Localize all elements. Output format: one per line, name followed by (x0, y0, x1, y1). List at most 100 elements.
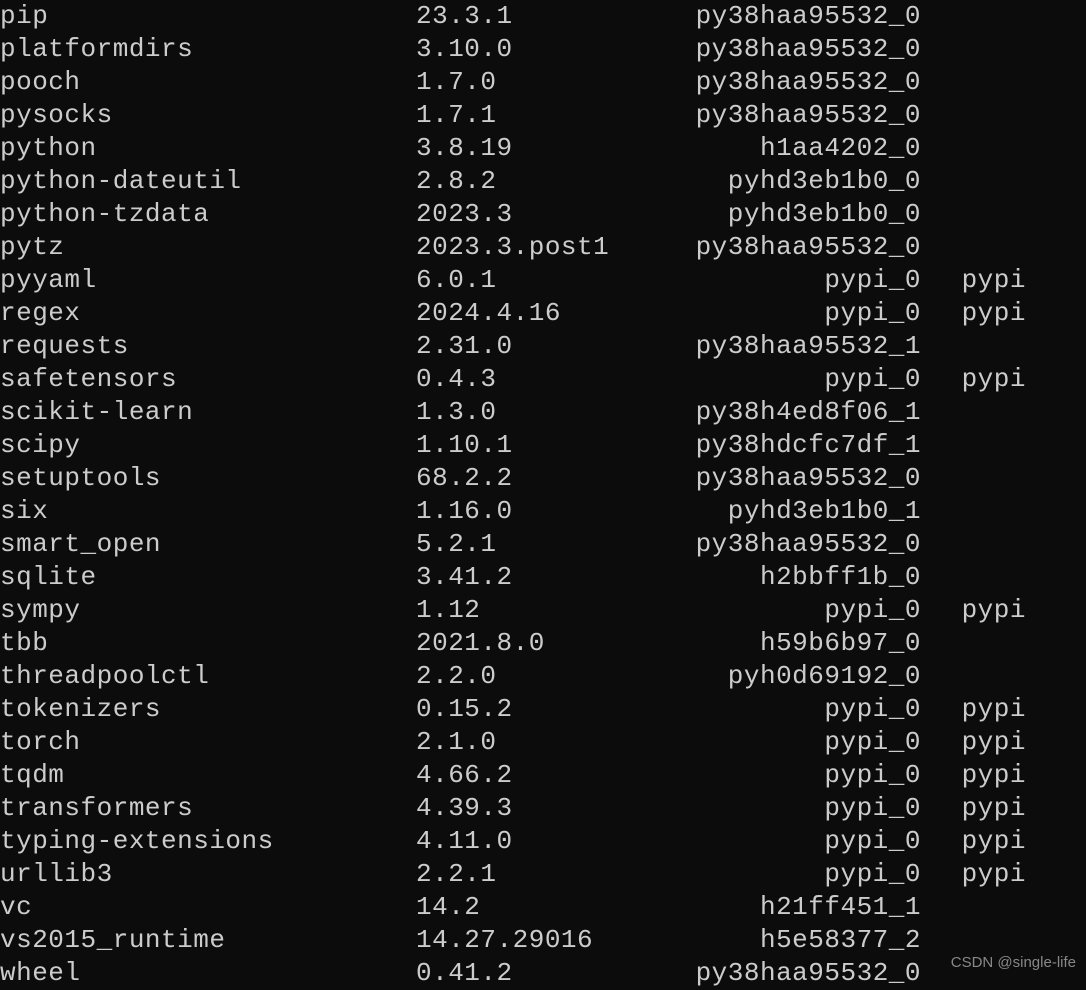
package-build: pypi_0 (646, 825, 921, 858)
package-version: 4.39.3 (416, 792, 646, 825)
package-build: py38haa95532_0 (646, 66, 921, 99)
package-row: pip23.3.1py38haa95532_0 (0, 0, 1086, 33)
package-version: 0.15.2 (416, 693, 646, 726)
package-build: pypi_0 (646, 264, 921, 297)
package-name: safetensors (0, 363, 416, 396)
package-row: threadpoolctl2.2.0pyh0d69192_0 (0, 660, 1086, 693)
package-name: urllib3 (0, 858, 416, 891)
package-build: py38haa95532_0 (646, 528, 921, 561)
package-version: 4.11.0 (416, 825, 646, 858)
package-name: python (0, 132, 416, 165)
package-row: scipy1.10.1py38hdcfc7df_1 (0, 429, 1086, 462)
package-row: safetensors0.4.3pypi_0pypi (0, 363, 1086, 396)
package-version: 23.3.1 (416, 0, 646, 33)
watermark-text: CSDN @single-life (951, 953, 1076, 972)
package-build: py38haa95532_0 (646, 0, 921, 33)
package-row: pooch1.7.0py38haa95532_0 (0, 66, 1086, 99)
package-build: py38haa95532_0 (646, 33, 921, 66)
package-channel: pypi (921, 264, 1041, 297)
package-version: 2023.3.post1 (416, 231, 646, 264)
package-name: transformers (0, 792, 416, 825)
package-name: scikit-learn (0, 396, 416, 429)
package-name: sympy (0, 594, 416, 627)
terminal-output: pip23.3.1py38haa95532_0platformdirs3.10.… (0, 0, 1086, 990)
package-build: pyhd3eb1b0_0 (646, 165, 921, 198)
package-channel: pypi (921, 297, 1041, 330)
package-name: tokenizers (0, 693, 416, 726)
package-version: 2.31.0 (416, 330, 646, 363)
package-name: wheel (0, 957, 416, 990)
package-name: typing-extensions (0, 825, 416, 858)
package-row: tbb2021.8.0h59b6b97_0 (0, 627, 1086, 660)
package-build: h1aa4202_0 (646, 132, 921, 165)
package-build: pypi_0 (646, 759, 921, 792)
package-build: py38haa95532_0 (646, 957, 921, 990)
package-name: regex (0, 297, 416, 330)
package-row: platformdirs3.10.0py38haa95532_0 (0, 33, 1086, 66)
package-name: python-dateutil (0, 165, 416, 198)
package-version: 1.10.1 (416, 429, 646, 462)
package-name: tbb (0, 627, 416, 660)
package-channel: pypi (921, 594, 1041, 627)
package-row: smart_open5.2.1py38haa95532_0 (0, 528, 1086, 561)
package-row: six1.16.0pyhd3eb1b0_1 (0, 495, 1086, 528)
package-build: h2bbff1b_0 (646, 561, 921, 594)
package-version: 4.66.2 (416, 759, 646, 792)
package-row: pysocks1.7.1py38haa95532_0 (0, 99, 1086, 132)
package-version: 14.2 (416, 891, 646, 924)
package-row: setuptools68.2.2py38haa95532_0 (0, 462, 1086, 495)
package-name: sqlite (0, 561, 416, 594)
package-version: 1.16.0 (416, 495, 646, 528)
package-version: 2024.4.16 (416, 297, 646, 330)
package-build: py38hdcfc7df_1 (646, 429, 921, 462)
package-version: 2023.3 (416, 198, 646, 231)
package-row: regex2024.4.16pypi_0pypi (0, 297, 1086, 330)
package-name: six (0, 495, 416, 528)
package-version: 6.0.1 (416, 264, 646, 297)
package-version: 0.4.3 (416, 363, 646, 396)
package-name: pysocks (0, 99, 416, 132)
package-build: pyhd3eb1b0_0 (646, 198, 921, 231)
package-row: pyyaml6.0.1pypi_0pypi (0, 264, 1086, 297)
package-build: py38haa95532_0 (646, 99, 921, 132)
package-row: python-dateutil2.8.2pyhd3eb1b0_0 (0, 165, 1086, 198)
package-version: 3.41.2 (416, 561, 646, 594)
package-build: pyhd3eb1b0_1 (646, 495, 921, 528)
package-row: sqlite3.41.2h2bbff1b_0 (0, 561, 1086, 594)
package-channel: pypi (921, 825, 1041, 858)
package-build: h59b6b97_0 (646, 627, 921, 660)
package-name: smart_open (0, 528, 416, 561)
package-build: pypi_0 (646, 363, 921, 396)
package-channel: pypi (921, 726, 1041, 759)
package-build: pypi_0 (646, 726, 921, 759)
package-name: torch (0, 726, 416, 759)
package-version: 3.10.0 (416, 33, 646, 66)
package-version: 1.7.1 (416, 99, 646, 132)
package-version: 5.2.1 (416, 528, 646, 561)
package-row: python3.8.19h1aa4202_0 (0, 132, 1086, 165)
package-row: torch2.1.0pypi_0pypi (0, 726, 1086, 759)
package-version: 68.2.2 (416, 462, 646, 495)
package-name: platformdirs (0, 33, 416, 66)
package-build: pypi_0 (646, 858, 921, 891)
package-version: 14.27.29016 (416, 924, 646, 957)
package-name: tqdm (0, 759, 416, 792)
package-channel: pypi (921, 363, 1041, 396)
package-version: 2.8.2 (416, 165, 646, 198)
package-row: urllib32.2.1pypi_0pypi (0, 858, 1086, 891)
package-channel: pypi (921, 792, 1041, 825)
package-name: pyyaml (0, 264, 416, 297)
package-build: pypi_0 (646, 297, 921, 330)
package-channel: pypi (921, 693, 1041, 726)
package-channel: pypi (921, 858, 1041, 891)
package-build: py38haa95532_0 (646, 462, 921, 495)
package-channel: pypi (921, 759, 1041, 792)
package-version: 2.2.1 (416, 858, 646, 891)
package-row: scikit-learn1.3.0py38h4ed8f06_1 (0, 396, 1086, 429)
package-name: threadpoolctl (0, 660, 416, 693)
package-name: pip (0, 0, 416, 33)
package-row: wheel0.41.2py38haa95532_0 (0, 957, 1086, 990)
package-version: 1.12 (416, 594, 646, 627)
package-build: h21ff451_1 (646, 891, 921, 924)
package-name: pytz (0, 231, 416, 264)
